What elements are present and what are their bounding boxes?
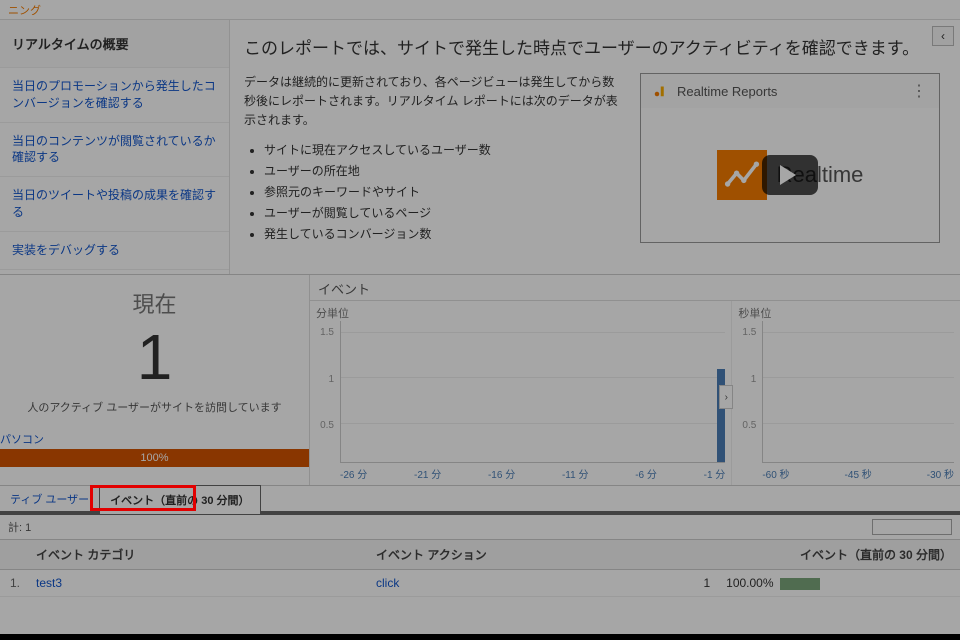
intro-paragraph: データは継続的に更新されており、各ページビューは発生してから数秒後にレポートされ… — [244, 75, 618, 127]
sidebar-link-social-results[interactable]: 当日のツイートや投稿の成果を確認する — [0, 177, 229, 232]
ytick: 0.5 — [310, 420, 338, 431]
breadcrumb-fragment: ニング — [8, 5, 41, 17]
ytick: 1.5 — [310, 327, 338, 338]
intro-bullet: 発生しているコンバージョン数 — [264, 225, 620, 244]
chart-minute-label: 分単位 — [316, 305, 349, 321]
xtick: -26 分 — [340, 466, 367, 481]
intro-bullet: ユーザーが閲覧しているページ — [264, 204, 620, 223]
expand-chart-button[interactable]: › — [719, 385, 733, 409]
intro-bullet: 参照元のキーワードやサイト — [264, 183, 620, 202]
analytics-logo-icon — [651, 82, 669, 100]
ytick: 1 — [732, 374, 760, 385]
xtick: -45 秒 — [845, 466, 872, 481]
xtick: -6 分 — [635, 466, 657, 481]
cell-event-action[interactable]: click — [368, 570, 668, 597]
current-user-count: 1 — [0, 325, 309, 389]
row-index: 1. — [0, 570, 28, 597]
xtick: -16 分 — [488, 466, 515, 481]
video-menu-icon[interactable]: ⋮ — [911, 81, 929, 101]
back-button[interactable]: ‹ — [932, 26, 954, 46]
ytick: 1 — [310, 374, 338, 385]
events-table: イベント カテゴリ イベント アクション イベント（直前の 30 分間） 1. … — [0, 540, 960, 597]
sidebar-link-debug[interactable]: 実装をデバッグする — [0, 232, 229, 270]
tab-active-users[interactable]: ティブ ユーザー — [0, 485, 99, 513]
ytick: 0.5 — [732, 420, 760, 431]
realtime-mark-icon — [717, 150, 767, 200]
video-title: Realtime Reports — [677, 84, 903, 99]
footer-strip — [0, 634, 960, 640]
current-subtext: 人のアクティブ ユーザーがサイトを訪問しています — [0, 399, 309, 415]
device-share-bar: 100% — [0, 449, 309, 467]
sidebar: リアルタイムの概要 当日のプロモーションから発生したコンバージョンを確認する 当… — [0, 20, 230, 274]
chart-second-label: 秒単位 — [738, 305, 771, 321]
intro-bullet: ユーザーの所在地 — [264, 162, 620, 181]
page-headline: このレポートでは、サイトで発生した時点でユーザーのアクティビティを確認できます。 — [244, 34, 940, 59]
col-index — [0, 540, 28, 570]
charts-title: イベント — [310, 275, 960, 301]
chart-per-second: 秒単位 1.5 1 0.5 -60 秒 -45 秒 -30 秒 — [732, 301, 960, 485]
intro-description: データは継続的に更新されており、各ページビューは発生してから数秒後にレポートされ… — [244, 73, 620, 247]
xtick: -60 秒 — [762, 466, 789, 481]
table-search-input[interactable] — [872, 519, 952, 535]
ytick: 1.5 — [732, 327, 760, 338]
sidebar-link-promo-conversions[interactable]: 当日のプロモーションから発生したコンバージョンを確認する — [0, 68, 229, 123]
xtick: -21 分 — [414, 466, 441, 481]
device-label-desktop[interactable]: パソコン — [0, 431, 309, 449]
play-icon[interactable] — [762, 155, 818, 195]
xtick: -11 分 — [562, 466, 589, 481]
intro-bullet: サイトに現在アクセスしているユーザー数 — [264, 141, 620, 160]
intro-video[interactable]: Realtime Reports ⋮ Realtime — [640, 73, 940, 243]
cell-event-pct: 100.00% — [718, 570, 960, 597]
xtick: -1 分 — [704, 466, 726, 481]
cell-event-count: 1 — [668, 570, 718, 597]
sidebar-link-content-views[interactable]: 当日のコンテンツが閲覧されているか確認する — [0, 123, 229, 178]
col-event-action[interactable]: イベント アクション — [368, 540, 668, 570]
xtick: -30 秒 — [927, 466, 954, 481]
table-row[interactable]: 1. test3 click 1 100.00% — [0, 570, 960, 597]
col-event-category[interactable]: イベント カテゴリ — [28, 540, 368, 570]
tab-events-last-30min[interactable]: イベント（直前の 30 分間） — [99, 485, 260, 514]
col-event-count[interactable]: イベント（直前の 30 分間） — [668, 540, 960, 570]
current-label: 現在 — [0, 287, 309, 319]
sidebar-header: リアルタイムの概要 — [0, 20, 229, 68]
chart-per-minute: 分単位 1.5 1 0.5 -26 分 -21 分 — [310, 301, 732, 485]
total-count-label: 計: 1 — [8, 519, 31, 535]
cell-event-category[interactable]: test3 — [28, 570, 368, 597]
current-users-panel: 現在 1 人のアクティブ ユーザーがサイトを訪問しています パソコン 100% — [0, 275, 310, 485]
